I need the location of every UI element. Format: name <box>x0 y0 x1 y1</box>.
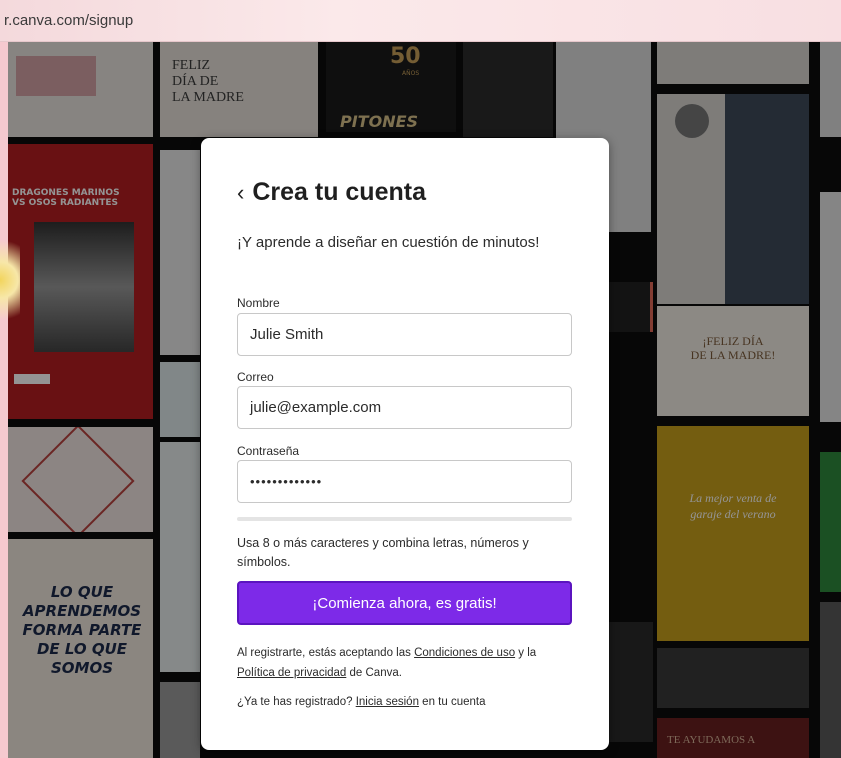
legal-prefix: Al registrarte, estás aceptando las <box>237 647 415 659</box>
login-prompt: ¿Ya te has registrado? Inicia sesión en … <box>237 696 577 708</box>
login-link[interactable]: Inicia sesión <box>356 696 419 708</box>
modal-subtitle: ¡Y aprende a diseñar en cuestión de minu… <box>237 234 540 251</box>
email-label: Correo <box>237 370 274 384</box>
url-text: r.canva.com/signup <box>4 12 134 29</box>
login-suffix: en tu cuenta <box>418 696 486 708</box>
password-field[interactable]: ••••••••••••• <box>237 460 572 503</box>
legal-suffix: de Canva. <box>346 667 402 679</box>
terms-link[interactable]: Condiciones de uso <box>414 647 515 659</box>
password-strength-bar <box>237 517 572 521</box>
password-hint: Usa 8 o más caracteres y combina letras,… <box>237 536 529 569</box>
signup-submit-button[interactable]: ¡Comienza ahora, es gratis! <box>237 581 572 625</box>
login-prefix: ¿Ya te has registrado? <box>237 696 356 708</box>
modal-title: Crea tu cuenta <box>252 178 426 206</box>
decorative-flower <box>0 200 20 360</box>
modal-header: ‹ Crea tu cuenta <box>237 178 426 207</box>
legal-notice: Al registrarte, estás aceptando las Cond… <box>237 643 577 683</box>
signup-modal: ‹ Crea tu cuenta ¡Y aprende a diseñar en… <box>201 138 609 750</box>
chevron-left-icon[interactable]: ‹ <box>237 181 244 204</box>
email-field[interactable]: julie@example.com <box>237 386 572 429</box>
name-field[interactable]: Julie Smith <box>237 313 572 356</box>
password-label: Contraseña <box>237 444 300 458</box>
browser-url-bar[interactable]: r.canva.com/signup <box>0 0 841 42</box>
name-label: Nombre <box>237 296 280 310</box>
legal-middle: y la <box>515 647 537 659</box>
privacy-link[interactable]: Política de privacidad <box>237 667 346 679</box>
